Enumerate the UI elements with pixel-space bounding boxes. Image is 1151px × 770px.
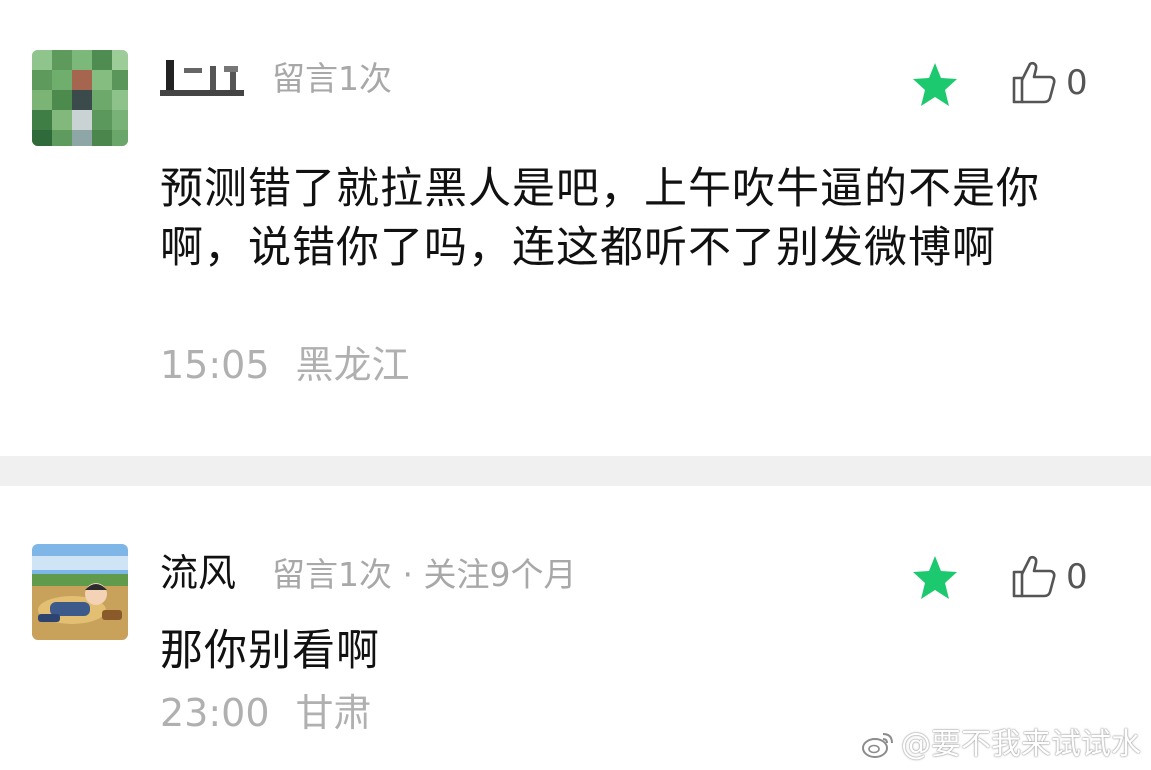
username[interactable]: 流风 [160, 554, 236, 592]
comment-location: 甘肃 [295, 691, 372, 735]
anime-avatar-icon [32, 544, 128, 640]
avatar[interactable] [32, 544, 128, 640]
comment-text: 预测错了就拉黑人是吧，上午吹牛逼的不是你啊，说错你了吗，连这都听不了别发微博啊 [160, 164, 1040, 273]
weibo-icon [862, 733, 893, 758]
comment-time: 15:05 [160, 343, 270, 387]
like-count: 0 [1066, 557, 1088, 597]
thumbs-up-icon[interactable] [1010, 58, 1058, 106]
comment-text: 那你别看啊 [160, 626, 380, 676]
watermark: @要不我来试试水 [861, 730, 1141, 760]
redacted-username-icon [160, 60, 244, 96]
thumbs-up-icon[interactable] [1010, 552, 1058, 600]
comment-location: 黑龙江 [295, 343, 410, 387]
comment-meta: 留言1次 · 关注9个月 [272, 555, 577, 594]
star-icon[interactable] [910, 60, 960, 110]
star-icon[interactable] [910, 553, 960, 603]
comment-time: 23:00 [160, 691, 270, 735]
like-count: 0 [1066, 63, 1088, 103]
comment-footer: 23:00 甘肃 [160, 694, 372, 732]
comment-footer: 15:05 黑龙江 [160, 346, 410, 384]
watermark-text: @要不我来试试水 [901, 727, 1141, 762]
comment-item: 留言1次 0 预测错了就拉黑人是吧，上午吹牛逼的不是你啊，说错你了吗，连这都听不… [0, 0, 1151, 456]
section-divider [0, 456, 1151, 486]
comment-list: 留言1次 0 预测错了就拉黑人是吧，上午吹牛逼的不是你啊，说错你了吗，连这都听不… [0, 0, 1151, 770]
avatar[interactable] [32, 50, 128, 146]
pixelated-avatar-icon [32, 50, 128, 146]
comment-meta: 留言1次 [272, 59, 392, 98]
